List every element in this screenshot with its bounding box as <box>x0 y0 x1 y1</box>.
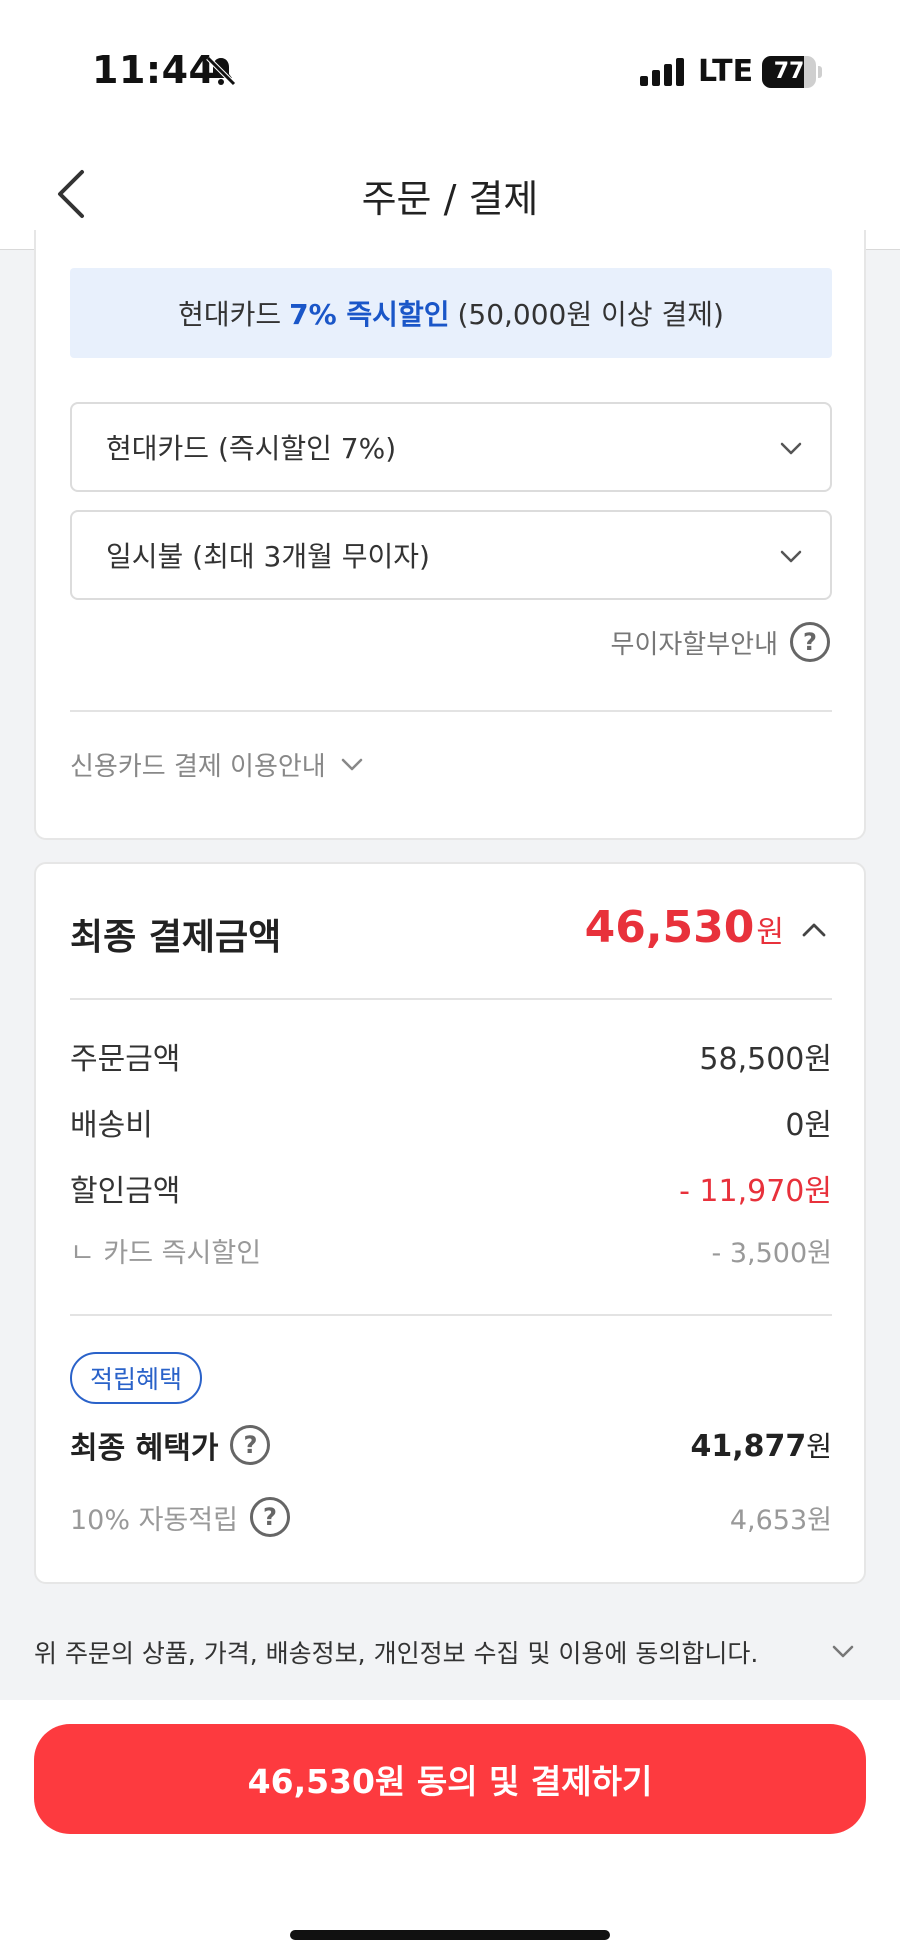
final-payment-amount: 46,530 원 <box>585 902 784 953</box>
home-indicator <box>290 1930 610 1940</box>
reward-benefit-badge: 적립혜택 <box>70 1352 203 1404</box>
final-benefit-label: 최종 혜택가 <box>70 1431 219 1466</box>
question-circle-icon: ? <box>790 622 830 662</box>
status-bar: 11:44 LTE 77 <box>0 0 900 140</box>
signal-icon <box>640 58 684 86</box>
installment-select[interactable]: 일시불 (최대 3개월 무이자) <box>70 510 832 600</box>
payment-method-card: 현대카드 7% 즉시할인 (50,000원 이상 결제) 현대카드 (즉시할인 … <box>34 230 866 840</box>
final-benefit-row: 최종 혜택가 ? 41,877원 <box>70 1420 832 1470</box>
final-payment-number: 46,530 <box>584 902 755 953</box>
consent-text: 위 주문의 상품, 가격, 배송정보, 개인정보 수집 및 이용에 동의합니다. <box>34 1639 759 1668</box>
final-benefit-label-group: 최종 혜택가 ? <box>70 1423 271 1467</box>
agree-and-pay-button[interactable]: 46,530원 동의 및 결제하기 <box>34 1724 866 1834</box>
auto-reward-value: 4,653원 <box>729 1504 832 1536</box>
chevron-down-icon <box>780 442 802 455</box>
row-label: 배송비 <box>70 1108 153 1143</box>
final-benefit-number: 41,877 <box>690 1429 807 1464</box>
battery-icon: 77 <box>762 56 822 88</box>
chevron-down-icon <box>832 1645 854 1658</box>
installment-guide-label: 무이자할부안내 <box>610 629 778 660</box>
final-payment-unit: 원 <box>756 915 784 950</box>
credit-card-guide-toggle[interactable]: 신용카드 결제 이용안내 <box>70 746 366 783</box>
order-amount-row: 주문금액 58,500원 <box>70 1034 832 1078</box>
status-time: 11:44 <box>92 48 216 92</box>
auto-reward-label-group: 10% 자동적립 ? <box>70 1497 290 1537</box>
installment-guide-link[interactable]: 무이자할부안내 ? <box>611 622 830 662</box>
promo-banner: 현대카드 7% 즉시할인 (50,000원 이상 결제) <box>70 268 832 358</box>
card-select[interactable]: 현대카드 (즉시할인 7%) <box>70 402 832 492</box>
promo-suffix: (50,000원 이상 결제) <box>457 298 724 331</box>
divider <box>70 1314 832 1316</box>
divider <box>70 710 832 712</box>
final-benefit-value: 41,877원 <box>690 1425 832 1465</box>
auto-reward-label: 10% 자동적립 <box>70 1504 238 1536</box>
row-value: - 11,970원 <box>679 1174 832 1209</box>
final-payment-title: 최종 결제금액 <box>70 917 282 958</box>
row-value: 0원 <box>785 1108 832 1143</box>
chevron-up-icon[interactable] <box>798 914 830 946</box>
final-benefit-unit: 원 <box>806 1430 832 1463</box>
question-circle-icon[interactable]: ? <box>249 1497 290 1537</box>
battery-level: 77 <box>773 59 805 84</box>
chevron-down-icon <box>780 550 802 563</box>
card-instant-discount-row: ㄴ 카드 즉시할인 - 3,500원 <box>70 1228 832 1272</box>
question-circle-icon[interactable]: ? <box>230 1425 271 1465</box>
row-label: 주문금액 <box>70 1042 181 1077</box>
chevron-down-icon <box>341 758 362 770</box>
page-title: 주문 / 결제 <box>361 177 539 221</box>
promo-prefix: 현대카드 <box>178 298 282 331</box>
credit-guide-label: 신용카드 결제 이용안내 <box>70 752 326 782</box>
consent-toggle[interactable]: 위 주문의 상품, 가격, 배송정보, 개인정보 수집 및 이용에 동의합니다. <box>34 1630 866 1674</box>
row-value: 58,500원 <box>699 1042 832 1077</box>
network-label: LTE <box>698 54 754 89</box>
row-label: ㄴ 카드 즉시할인 <box>70 1237 262 1269</box>
final-payment-card: 최종 결제금액 46,530 원 주문금액 58,500원 배송비 0원 할인금… <box>34 862 866 1584</box>
card-select-value: 현대카드 (즉시할인 7%) <box>106 432 397 465</box>
bottom-bar: 46,530원 동의 및 결제하기 <box>0 1700 900 1956</box>
divider <box>70 998 832 1000</box>
promo-highlight: 7% 즉시할인 <box>289 298 450 331</box>
row-value: - 3,500원 <box>711 1237 832 1269</box>
row-label: 할인금액 <box>70 1174 181 1209</box>
installment-select-value: 일시불 (최대 3개월 무이자) <box>106 540 430 573</box>
bell-muted-icon <box>206 56 236 86</box>
discount-amount-row: 할인금액 - 11,970원 <box>70 1166 832 1210</box>
shipping-fee-row: 배송비 0원 <box>70 1100 832 1144</box>
auto-reward-row: 10% 자동적립 ? 4,653원 <box>70 1492 832 1542</box>
